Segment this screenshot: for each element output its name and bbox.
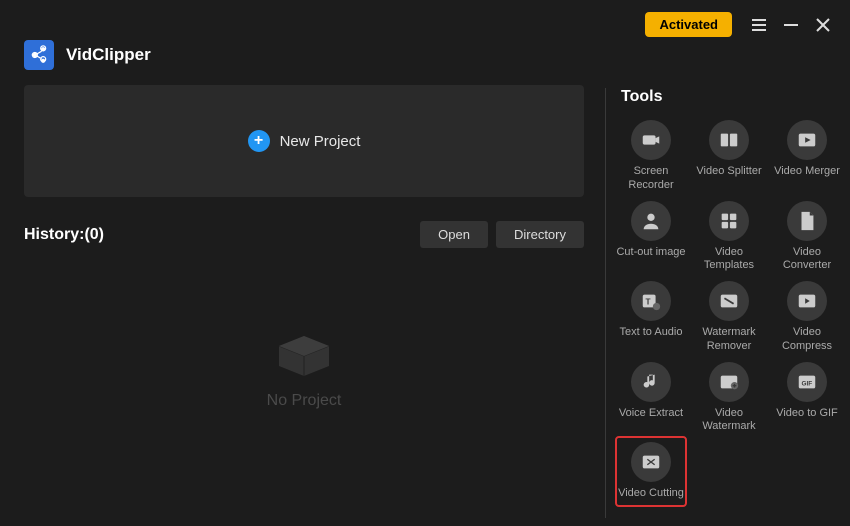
play-icon <box>787 120 827 160</box>
tool-video-cutting[interactable]: Video Cutting <box>615 436 687 507</box>
activated-badge[interactable]: Activated <box>645 12 732 37</box>
open-button[interactable]: Open <box>420 221 488 248</box>
person-icon <box>631 201 671 241</box>
tool-label: Video Splitter <box>693 165 765 179</box>
tool-video-to-gif[interactable]: GIF Video to GIF <box>771 362 843 435</box>
vertical-divider <box>605 88 606 518</box>
tool-label: Video to GIF <box>771 407 843 421</box>
splitter-icon <box>709 120 749 160</box>
tool-label: Cut-out image <box>615 246 687 260</box>
tool-label: Screen Recorder <box>615 165 687 193</box>
gif-icon: GIF <box>787 362 827 402</box>
grid-icon <box>709 201 749 241</box>
svg-text:GIF: GIF <box>802 380 813 387</box>
tool-label: Video Compress <box>771 326 843 354</box>
music-note-icon <box>631 362 671 402</box>
scissors-icon <box>631 442 671 482</box>
tool-label: Video Templates <box>693 246 765 274</box>
tool-video-converter[interactable]: Video Converter <box>771 201 843 274</box>
tool-label: Text to Audio <box>615 326 687 340</box>
tool-cutout-image[interactable]: Cut-out image <box>615 201 687 274</box>
tool-text-to-audio[interactable]: T Text to Audio <box>615 281 687 354</box>
plus-icon: + <box>248 130 270 152</box>
tool-label: Watermark Remover <box>693 326 765 354</box>
tool-video-merger[interactable]: Video Merger <box>771 120 843 193</box>
tool-label: Video Watermark <box>693 407 765 435</box>
history-label: History:(0) <box>24 226 104 244</box>
directory-button[interactable]: Directory <box>496 221 584 248</box>
close-icon[interactable] <box>814 16 832 34</box>
new-project-label: New Project <box>280 133 361 150</box>
tool-label: Video Merger <box>771 165 843 179</box>
tools-heading: Tools <box>621 88 843 106</box>
empty-label: No Project <box>267 392 342 410</box>
tool-video-compress[interactable]: Video Compress <box>771 281 843 354</box>
tool-video-templates[interactable]: Video Templates <box>693 201 765 274</box>
tool-label: Video Cutting <box>615 487 687 501</box>
tool-voice-extract[interactable]: Voice Extract <box>615 362 687 435</box>
file-icon <box>787 201 827 241</box>
minimize-icon[interactable] <box>782 16 800 34</box>
tool-label: Video Converter <box>771 246 843 274</box>
tool-video-splitter[interactable]: Video Splitter <box>693 120 765 193</box>
app-title: VidClipper <box>66 45 151 65</box>
empty-box-icon <box>269 318 339 378</box>
new-project-button[interactable]: + New Project <box>24 85 584 197</box>
tool-label: Voice Extract <box>615 407 687 421</box>
menu-icon[interactable] <box>750 16 768 34</box>
tool-screen-recorder[interactable]: Screen Recorder <box>615 120 687 193</box>
camera-icon <box>631 120 671 160</box>
watermark-add-icon <box>709 362 749 402</box>
compress-icon <box>787 281 827 321</box>
tool-video-watermark[interactable]: Video Watermark <box>693 362 765 435</box>
tool-watermark-remover[interactable]: Watermark Remover <box>693 281 765 354</box>
empty-state: No Project <box>24 318 584 410</box>
app-logo-icon <box>24 40 54 70</box>
text-audio-icon: T <box>631 281 671 321</box>
watermark-remove-icon <box>709 281 749 321</box>
svg-text:T: T <box>646 298 651 307</box>
